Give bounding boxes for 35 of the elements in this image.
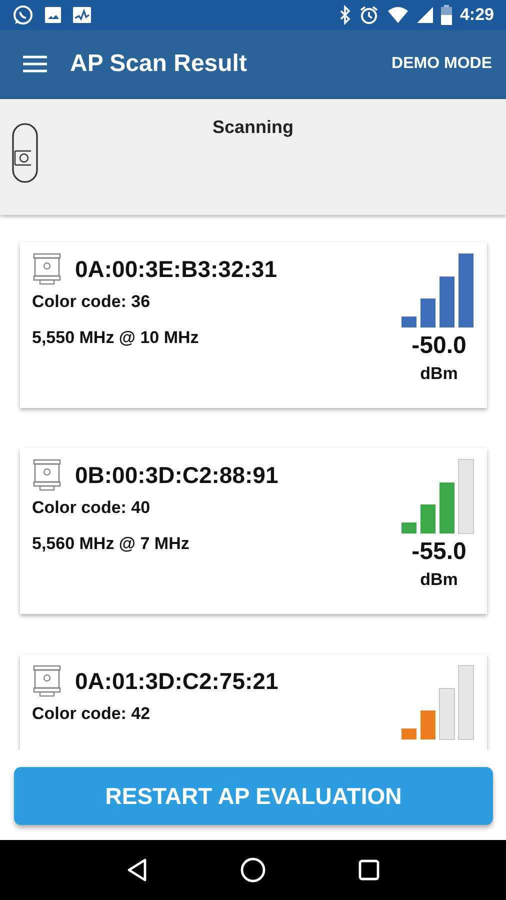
access-point-card[interactable]: 0A:01:3D:C2:75:21 Color code: 42 bbox=[20, 654, 487, 750]
cell-signal-icon bbox=[416, 7, 433, 23]
screen-title: AP Scan Result bbox=[70, 50, 248, 78]
signal-reading: -50.0 bbox=[412, 332, 466, 360]
recents-icon[interactable] bbox=[358, 859, 380, 881]
radio-unit-icon bbox=[32, 664, 62, 698]
mac-address: 0A:00:3E:B3:32:31 bbox=[75, 256, 277, 282]
chat-icon bbox=[12, 4, 34, 26]
scanning-label: Scanning bbox=[211, 117, 294, 138]
chart-icon bbox=[72, 6, 92, 24]
battery-icon bbox=[440, 5, 452, 25]
access-point-card[interactable]: 0B:00:3D:C2:88:91 Color code: 40 5,560 MHz @ 7 MHz -55.0 dBm bbox=[20, 448, 487, 614]
color-code-label: Color code: 42 bbox=[32, 704, 152, 724]
device-icon bbox=[12, 123, 38, 183]
alarm-icon bbox=[358, 5, 379, 25]
clock-time: 4:29 bbox=[460, 5, 494, 25]
image-icon bbox=[44, 6, 62, 24]
unit-label: dBm bbox=[420, 364, 458, 384]
radio-unit-icon bbox=[32, 458, 62, 492]
color-code-label: Color code: 40 bbox=[32, 498, 152, 518]
wifi-icon bbox=[386, 6, 409, 24]
frequency-label: 5,550 MHz @ 10 MHz bbox=[32, 328, 200, 348]
unit-label: dBm bbox=[420, 570, 458, 590]
frequency-label: 5,560 MHz @ 7 MHz bbox=[32, 534, 190, 554]
signal-reading: -55.0 bbox=[412, 538, 466, 566]
bluetooth-icon bbox=[338, 5, 351, 25]
radio-unit-icon bbox=[32, 252, 62, 286]
mac-address: 0A:01:3D:C2:75:21 bbox=[75, 668, 278, 694]
color-code-label: Color code: 36 bbox=[32, 292, 152, 312]
back-icon[interactable] bbox=[126, 858, 148, 882]
demo-mode-button[interactable]: DEMO MODE bbox=[392, 55, 492, 73]
access-point-card[interactable]: 0A:00:3E:B3:32:31 Color code: 36 5,550 MHz @ 10 MHz -50.0 dBm bbox=[20, 242, 487, 408]
menu-icon[interactable] bbox=[23, 55, 47, 73]
mac-address: 0B:00:3D:C2:88:91 bbox=[75, 462, 278, 488]
home-icon[interactable] bbox=[240, 857, 266, 883]
